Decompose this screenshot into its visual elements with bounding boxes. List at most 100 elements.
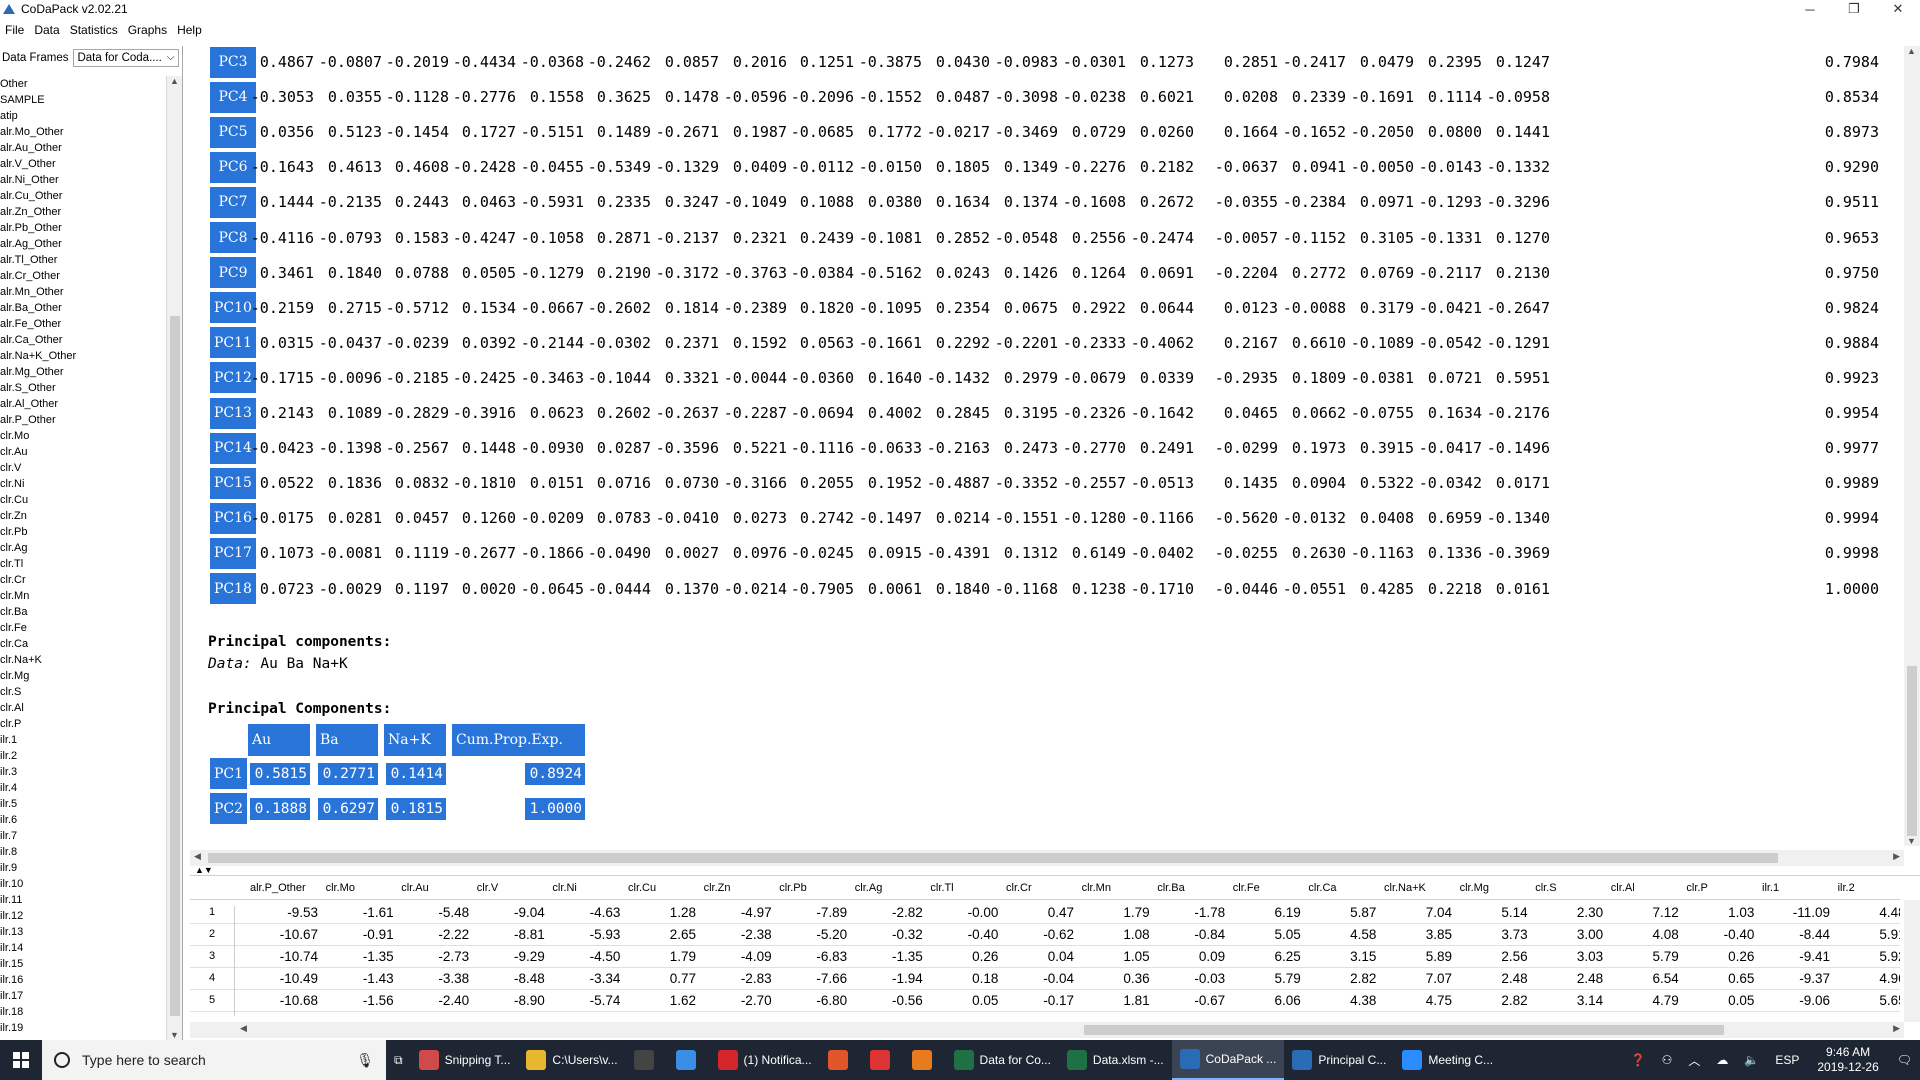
taskbar-app-button[interactable] (862, 1040, 904, 1080)
restore-button[interactable]: ❐ (1832, 0, 1876, 18)
clock[interactable]: 9:46 AM 2019-12-26 (1817, 1045, 1878, 1075)
variable-item[interactable]: SAMPLE (0, 92, 166, 108)
variable-item[interactable]: clr.Ca (0, 636, 166, 652)
variable-item[interactable]: ilr.17 (0, 988, 166, 1004)
scroll-up-icon[interactable]: ▲ (1907, 46, 1916, 56)
grid-cell[interactable]: 7.04 (1382, 905, 1452, 920)
grid-cell[interactable]: 1.08 (1080, 927, 1149, 942)
grid-cell[interactable]: 4.79 (1609, 993, 1679, 1008)
variable-item[interactable]: alr.P_Other (0, 412, 166, 428)
grid-column-header[interactable]: clr.Fe (1233, 882, 1260, 894)
variable-item[interactable]: clr.Tl (0, 556, 166, 572)
grid-cell[interactable]: -8.44 (1760, 927, 1830, 942)
variable-item[interactable]: clr.Al (0, 700, 166, 716)
variable-item[interactable]: alr.Fe_Other (0, 316, 166, 332)
variable-item[interactable]: clr.Ag (0, 540, 166, 556)
grid-column-header[interactable]: clr.S (1535, 882, 1556, 894)
grid-cell[interactable]: 7.07 (1382, 971, 1452, 986)
grid-cell[interactable]: -0.04 (1004, 971, 1074, 986)
task-view-button[interactable]: ⧉ (386, 1040, 411, 1080)
grid-cell[interactable]: 6.25 (1231, 949, 1301, 964)
grid-cell[interactable]: 0.26 (1684, 949, 1754, 964)
grid-column-header[interactable]: ilr.1 (1762, 882, 1779, 894)
grid-cell[interactable]: 0.65 (1684, 971, 1754, 986)
grid-cell[interactable]: -0.91 (324, 927, 394, 942)
grid-cell[interactable]: -2.83 (702, 971, 772, 986)
grid-cell[interactable]: -1.56 (324, 993, 394, 1008)
grid-cell[interactable]: 2.48 (1533, 971, 1603, 986)
variable-item[interactable]: alr.Al_Other (0, 396, 166, 412)
grid-cell[interactable]: 4.08 (1609, 927, 1679, 942)
grid-cell[interactable]: 2.82 (1306, 971, 1376, 986)
grid-cell[interactable]: -9.53 (248, 905, 318, 920)
grid-cell[interactable]: -1.35 (853, 949, 923, 964)
grid-cell[interactable]: 1.05 (1080, 949, 1149, 964)
microphone-icon[interactable]: 🎙 (356, 1052, 374, 1069)
grid-cell[interactable]: 5.91 (1836, 927, 1900, 942)
variable-item[interactable]: alr.Ag_Other (0, 236, 166, 252)
variable-item[interactable]: alr.Mg_Other (0, 364, 166, 380)
language-indicator[interactable]: ESP (1767, 1040, 1807, 1080)
grid-cell[interactable]: -7.89 (777, 905, 847, 920)
grid-cell[interactable]: 5.87 (1306, 905, 1376, 920)
grid-column-header[interactable]: clr.Au (401, 882, 429, 894)
taskbar-app-button[interactable]: Data for Co... (946, 1040, 1059, 1080)
variable-item[interactable]: ilr.7 (0, 828, 166, 844)
variable-item[interactable]: alr.S_Other (0, 380, 166, 396)
grid-cell[interactable]: -2.82 (853, 905, 923, 920)
grid-cell[interactable]: -1.61 (324, 905, 394, 920)
taskbar-app-button[interactable]: Data.xlsm -... (1059, 1040, 1172, 1080)
variable-item[interactable]: ilr.10 (0, 876, 166, 892)
grid-cell[interactable]: 6.19 (1231, 905, 1301, 920)
variable-item[interactable]: alr.Mn_Other (0, 284, 166, 300)
grid-cell[interactable]: -5.20 (777, 927, 847, 942)
grid-column-header[interactable]: clr.Zn (704, 882, 731, 894)
grid-cell[interactable]: -2.40 (399, 993, 469, 1008)
grid-cell[interactable]: -0.62 (1004, 927, 1074, 942)
grid-cell[interactable]: -9.37 (1760, 971, 1830, 986)
scrollbar-thumb[interactable] (170, 316, 180, 1016)
grid-cell[interactable]: 5.89 (1382, 949, 1452, 964)
grid-column-header[interactable]: clr.Ni (552, 882, 576, 894)
grid-cell[interactable]: -2.70 (702, 993, 772, 1008)
variable-item[interactable]: alr.V_Other (0, 156, 166, 172)
pc-table-cell[interactable]: 0.1888 (250, 798, 310, 820)
grid-cell[interactable]: 5.05 (1231, 927, 1301, 942)
start-button[interactable] (0, 1040, 42, 1080)
grid-cell[interactable]: -5.74 (550, 993, 621, 1008)
splitter-arrows-icon[interactable]: ▲▼ (195, 865, 213, 875)
grid-cell[interactable]: 5.65 (1836, 993, 1900, 1008)
grid-cell[interactable]: -4.97 (702, 905, 772, 920)
variable-item[interactable]: ilr.13 (0, 924, 166, 940)
grid-cell[interactable]: 2.48 (1458, 971, 1527, 986)
grid-cell[interactable]: 0.04 (1004, 949, 1074, 964)
grid-column-header[interactable]: alr.P_Other (250, 882, 306, 894)
scrollbar-thumb[interactable] (208, 853, 1778, 863)
variable-item[interactable]: alr.Ca_Other (0, 332, 166, 348)
grid-column-header[interactable]: clr.Ag (855, 882, 883, 894)
grid-cell[interactable]: -4.63 (550, 905, 621, 920)
grid-cell[interactable]: -9.04 (475, 905, 545, 920)
grid-column-header[interactable]: clr.Mn (1082, 882, 1111, 894)
grid-cell[interactable]: 3.85 (1382, 927, 1452, 942)
grid-cell[interactable]: 0.26 (928, 949, 998, 964)
variable-item[interactable]: clr.Ni (0, 476, 166, 492)
grid-column-header[interactable]: clr.Cr (1006, 882, 1032, 894)
grid-cell[interactable]: -2.22 (399, 927, 469, 942)
grid-cell[interactable]: -1.94 (853, 971, 923, 986)
grid-cell[interactable]: -0.00 (928, 905, 999, 920)
chevron-up-icon[interactable]: ︿ (1680, 1040, 1708, 1080)
grid-cell[interactable]: -0.17 (1004, 993, 1074, 1008)
taskbar-app-button[interactable]: Snipping T... (411, 1040, 519, 1080)
grid-column-header[interactable]: clr.P (1686, 882, 1707, 894)
grid-cell[interactable]: 0.77 (626, 971, 696, 986)
grid-cell[interactable]: -8.81 (475, 927, 545, 942)
grid-horizontal-scrollbar[interactable]: ◀ ▶ (190, 1022, 1904, 1038)
grid-cell[interactable]: -9.41 (1760, 949, 1830, 964)
taskbar-app-button[interactable] (904, 1040, 946, 1080)
pc-table-cell[interactable]: 0.1414 (386, 763, 446, 785)
variable-item[interactable]: alr.Au_Other (0, 140, 166, 156)
help-icon[interactable]: ❓ (1623, 1040, 1654, 1080)
variable-item[interactable]: clr.Au (0, 444, 166, 460)
grid-cell[interactable]: -9.06 (1760, 993, 1830, 1008)
